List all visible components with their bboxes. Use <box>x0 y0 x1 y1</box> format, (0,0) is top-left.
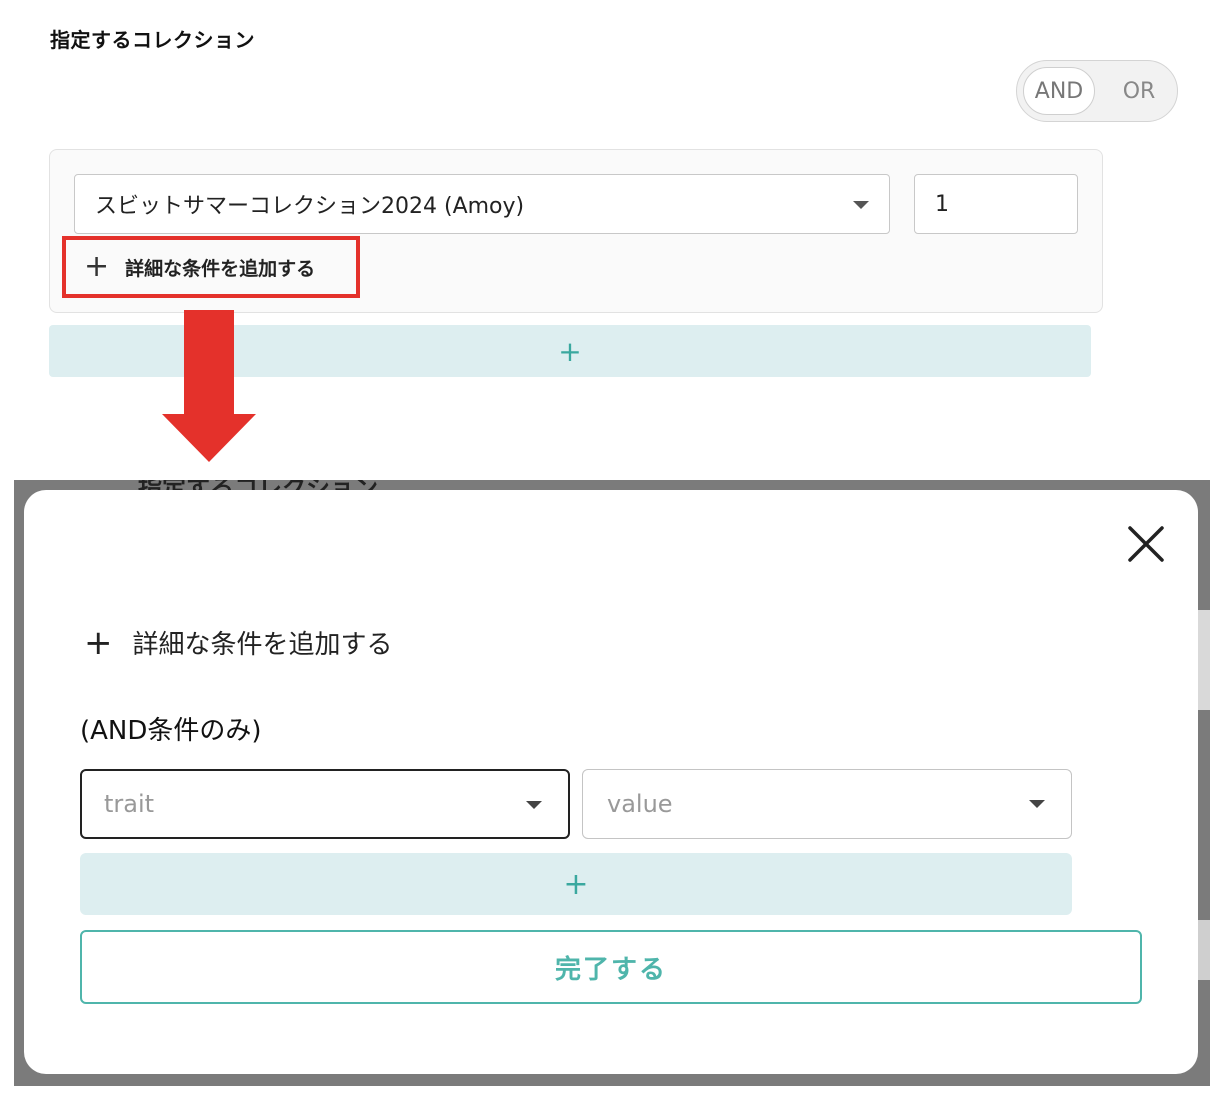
logic-toggle: AND OR <box>1016 60 1178 122</box>
backdrop-panel-edge <box>1198 920 1210 980</box>
collection-select-value: スビットサマーコレクション2024 (Amoy) <box>95 194 525 219</box>
and-only-note: (AND条件のみ) <box>80 716 262 746</box>
value-select-placeholder: value <box>607 790 673 818</box>
plus-icon: + <box>84 249 110 284</box>
trait-select[interactable]: trait <box>80 769 570 839</box>
section-title: 指定するコレクション <box>50 28 255 52</box>
plus-icon: + <box>558 334 582 368</box>
caret-down-icon <box>1029 800 1045 808</box>
plus-icon: + <box>563 866 589 902</box>
condition-panel: スビットサマーコレクション2024 (Amoy) + 詳細な条件を追加する <box>49 149 1103 313</box>
value-select[interactable]: value <box>582 769 1072 839</box>
add-detail-condition-button[interactable]: + 詳細な条件を追加する <box>62 236 360 298</box>
backdrop-panel-edge <box>1198 610 1210 710</box>
detail-conditions-modal: + 詳細な条件を追加する (AND条件のみ) trait value + 完了す… <box>24 490 1198 1074</box>
and-toggle-option[interactable]: AND <box>1023 67 1095 115</box>
trait-select-placeholder: trait <box>104 790 155 818</box>
arrow-shaft <box>184 310 234 418</box>
arrow-down-icon <box>162 310 258 462</box>
close-icon[interactable] <box>1122 520 1170 568</box>
done-button[interactable]: 完了する <box>80 930 1142 1004</box>
quantity-input[interactable] <box>914 174 1078 234</box>
or-toggle-option[interactable]: OR <box>1109 67 1169 115</box>
modal-add-detail-label: 詳細な条件を追加する <box>132 630 393 660</box>
add-trait-row-button[interactable]: + <box>80 853 1072 915</box>
collection-select[interactable]: スビットサマーコレクション2024 (Amoy) <box>74 174 890 234</box>
modal-add-detail-condition[interactable]: + 詳細な条件を追加する <box>84 624 393 661</box>
caret-down-icon <box>526 801 542 809</box>
arrow-head <box>162 414 256 462</box>
plus-icon: + <box>84 622 113 663</box>
add-detail-condition-label: 詳細な条件を追加する <box>125 257 316 280</box>
caret-down-icon <box>853 201 869 209</box>
